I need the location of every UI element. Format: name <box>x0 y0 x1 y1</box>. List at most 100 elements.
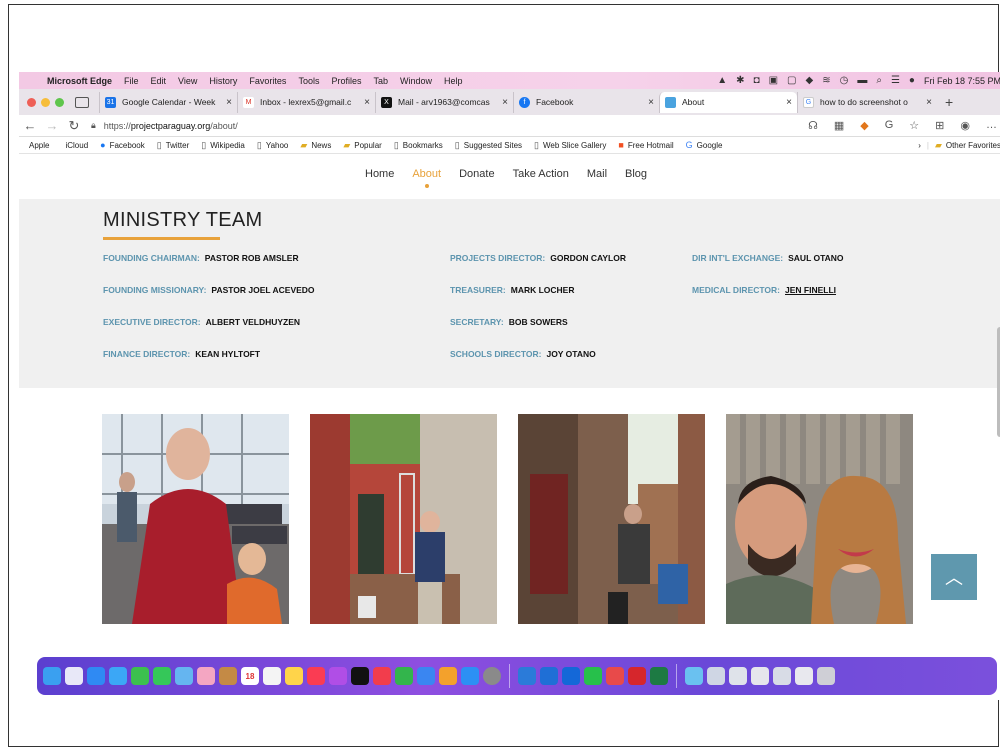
calendar-icon[interactable]: 18 <box>241 667 259 685</box>
app-store-icon[interactable] <box>461 667 479 685</box>
document-thumbnail-icon[interactable] <box>773 667 791 685</box>
menu-window[interactable]: Window <box>394 76 438 86</box>
apple-tv-icon[interactable] <box>351 667 369 685</box>
tab-actions-icon[interactable] <box>75 96 89 108</box>
nav-link-home[interactable]: Home <box>365 168 394 180</box>
finder-icon[interactable] <box>43 667 61 685</box>
maps-icon[interactable] <box>175 667 193 685</box>
acrobat-icon[interactable] <box>628 667 646 685</box>
metamask-icon[interactable]: ◆ <box>860 119 868 132</box>
menu-profiles[interactable]: Profiles <box>325 76 367 86</box>
favorites-icon[interactable]: ☆ <box>909 119 919 132</box>
close-tab-icon[interactable]: × <box>786 97 792 108</box>
favorite-item[interactable]: G Google <box>680 140 729 150</box>
nav-link-mail[interactable]: Mail <box>587 168 607 180</box>
favorite-item[interactable]: ▯ Wikipedia <box>195 140 251 151</box>
whatsapp-icon[interactable] <box>584 667 602 685</box>
facetime-icon[interactable] <box>131 667 149 685</box>
member-name-link[interactable]: JEN FINELLI <box>785 285 836 295</box>
launchpad-icon[interactable] <box>65 667 83 685</box>
menu-file[interactable]: File <box>118 76 145 86</box>
status-app-icon[interactable]: ◘ <box>754 75 760 86</box>
profile-avatar-icon[interactable]: ◉ <box>960 119 970 132</box>
menu-favorites[interactable]: Favorites <box>243 76 292 86</box>
app-icon[interactable] <box>606 667 624 685</box>
music-icon[interactable] <box>307 667 325 685</box>
favorite-item[interactable]: ▯ Yahoo <box>251 140 295 151</box>
control-center-icon[interactable]: ☰ <box>891 75 900 86</box>
favorite-item[interactable]: ▯ Suggested Sites <box>449 140 528 151</box>
nav-link-take-action[interactable]: Take Action <box>513 168 569 180</box>
mail-icon[interactable] <box>109 667 127 685</box>
numbers-icon[interactable] <box>395 667 413 685</box>
new-tab-button[interactable]: + <box>937 94 961 110</box>
menu-app-name[interactable]: Microsoft Edge <box>41 76 118 86</box>
document-thumbnail-icon[interactable] <box>707 667 725 685</box>
tab-google-search[interactable]: G how to do screenshot o × <box>797 91 937 113</box>
extension-icon[interactable]: G <box>885 119 894 132</box>
outlook-icon[interactable] <box>540 667 558 685</box>
tab-gmail-inbox[interactable]: M Inbox - lexrex5@gmail.c × <box>237 91 375 113</box>
keynote-icon[interactable] <box>417 667 435 685</box>
menu-tools[interactable]: Tools <box>292 76 325 86</box>
tab-comcast-mail[interactable]: X Mail - arv1963@comcas × <box>375 91 513 113</box>
reminders-icon[interactable] <box>263 667 281 685</box>
nav-link-blog[interactable]: Blog <box>625 168 647 180</box>
favorite-folder[interactable]: ▰ Popular <box>337 140 388 151</box>
zoom-window-button[interactable] <box>55 97 64 107</box>
chevron-right-icon[interactable]: › <box>912 141 927 150</box>
document-thumbnail-icon[interactable] <box>729 667 747 685</box>
pages-icon[interactable] <box>439 667 457 685</box>
collections-icon[interactable]: ⊞ <box>935 119 944 132</box>
favorite-item[interactable]: ● Facebook <box>94 140 151 150</box>
url-field[interactable]: 🔒︎ https://projectparaguay.org/about/ <box>91 120 701 131</box>
excel-icon[interactable] <box>650 667 668 685</box>
favorite-item[interactable]: ▯ Twitter <box>151 140 196 151</box>
favorite-item[interactable]: ■ Free Hotmail <box>612 140 679 150</box>
close-tab-icon[interactable]: × <box>364 97 370 108</box>
notes-icon[interactable] <box>285 667 303 685</box>
status-app-icon[interactable]: ◆ <box>806 75 814 86</box>
clock-icon[interactable]: ◷ <box>840 75 849 86</box>
folder-icon[interactable] <box>685 667 703 685</box>
news-icon[interactable] <box>373 667 391 685</box>
tab-about[interactable]: About × <box>659 91 797 113</box>
lock-icon[interactable]: 🔒︎ <box>91 120 96 131</box>
trash-icon[interactable] <box>817 667 835 685</box>
chrome-icon[interactable] <box>562 667 580 685</box>
close-tab-icon[interactable]: × <box>648 97 654 108</box>
forward-arrow-icon[interactable]: → <box>41 118 63 133</box>
wifi-icon[interactable]: ≋ <box>822 75 830 86</box>
document-thumbnail-icon[interactable] <box>795 667 813 685</box>
scroll-to-top-button[interactable]: ︿ <box>931 554 977 600</box>
edge-icon[interactable] <box>518 667 536 685</box>
battery-icon[interactable]: ▬ <box>857 75 867 86</box>
safari-icon[interactable] <box>87 667 105 685</box>
status-app-icon[interactable]: ✱ <box>736 75 744 86</box>
siri-icon[interactable]: ● <box>909 75 915 86</box>
minimize-window-button[interactable] <box>41 97 50 107</box>
status-app-icon[interactable]: ▲ <box>717 75 727 86</box>
favorite-folder[interactable]: ▰ News <box>294 140 337 151</box>
menu-tab[interactable]: Tab <box>367 76 394 86</box>
extension-icon[interactable]: ▦ <box>834 119 844 132</box>
read-aloud-icon[interactable]: ☊ <box>808 119 818 132</box>
menu-view[interactable]: View <box>172 76 203 86</box>
favorite-item[interactable]: ▯ Bookmarks <box>388 140 449 151</box>
tab-facebook[interactable]: f Facebook × <box>513 91 659 113</box>
status-app-icon[interactable]: ▢ <box>787 75 796 86</box>
system-preferences-icon[interactable] <box>483 667 501 685</box>
menubar-datetime[interactable]: Fri Feb 18 7:55 PM <box>924 76 1000 86</box>
close-tab-icon[interactable]: × <box>926 97 932 108</box>
status-app-icon[interactable]: ▣ <box>769 75 778 86</box>
contacts-icon[interactable] <box>219 667 237 685</box>
document-thumbnail-icon[interactable] <box>751 667 769 685</box>
photos-icon[interactable] <box>197 667 215 685</box>
nav-link-about[interactable]: About <box>412 168 441 188</box>
search-icon[interactable]: ⌕ <box>876 75 882 86</box>
nav-link-donate[interactable]: Donate <box>459 168 494 180</box>
close-tab-icon[interactable]: × <box>502 97 508 108</box>
menu-edit[interactable]: Edit <box>145 76 173 86</box>
other-favorites-folder[interactable]: ▰ Other Favorites <box>929 140 1000 151</box>
podcasts-icon[interactable] <box>329 667 347 685</box>
